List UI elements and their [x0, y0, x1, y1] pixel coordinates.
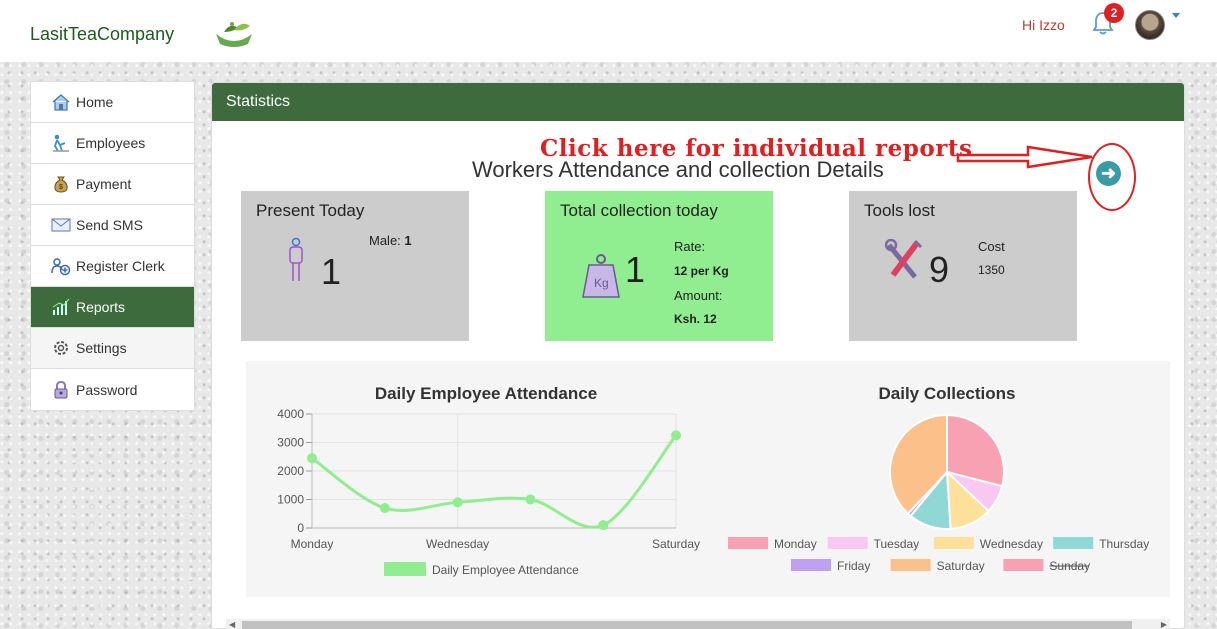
tools-icon: [885, 239, 923, 279]
legend-swatch: [728, 537, 768, 549]
daily-collections-chart: Daily Collections Monday Tuesday Wednesday T…: [728, 384, 1149, 573]
tools-lost-card: Tools lost 9 Cost 1350: [849, 191, 1077, 341]
data-point: [379, 503, 390, 514]
statistics-panel: Statistics Workers Attendance and collec…: [211, 82, 1185, 629]
bar-chart-icon: [52, 298, 70, 315]
scroll-left-icon[interactable]: ◀: [229, 619, 235, 629]
tools-count: 9: [929, 249, 950, 290]
collection-count: 1: [625, 249, 646, 290]
data-point: [452, 497, 463, 508]
charts-container: Daily Employee Attendance 4000 3000 2000 100…: [246, 361, 1170, 597]
legend-label: Saturday: [937, 559, 985, 573]
legend-label: Friday: [837, 559, 870, 573]
gear-icon: [54, 341, 68, 355]
panel-title: Statistics: [212, 83, 1184, 121]
notification-count-badge: 2: [1104, 3, 1124, 23]
amount-label: Amount:: [674, 288, 723, 303]
card-title: Total collection today: [560, 201, 718, 220]
cost-label: Cost: [978, 239, 1005, 254]
data-point: [671, 430, 681, 441]
annotation-text: Click here for individual reports: [540, 135, 973, 162]
sidebar-item-label: Password: [76, 381, 138, 398]
chart-title: Daily Collections: [879, 384, 1016, 403]
sidebar-item-label: Payment: [76, 176, 132, 192]
y-tick-label: 1000: [277, 493, 304, 507]
scrollbar-thumb[interactable]: [242, 621, 1132, 629]
arrow-right-icon[interactable]: ➜: [1096, 161, 1121, 186]
horizontal-scrollbar[interactable]: ◀ ▶: [226, 619, 1170, 629]
money-bag-icon: $: [54, 176, 68, 193]
scroll-right-icon[interactable]: ▶: [1161, 619, 1167, 629]
person-icon: [289, 237, 303, 281]
legend-swatch: [791, 559, 831, 571]
card-title: Tools lost: [864, 201, 935, 220]
card-title: Present Today: [256, 201, 365, 220]
y-tick-label: 3000: [277, 436, 304, 450]
legend-swatch: [890, 559, 931, 571]
present-count: 1: [321, 251, 342, 292]
sidebar-item-settings[interactable]: Settings: [31, 328, 194, 369]
present-today-card: Present Today 1 Male: 1: [241, 191, 469, 341]
kg-weight-icon: Kg: [582, 254, 620, 298]
sidebar-item-employees[interactable]: Employees: [31, 123, 194, 164]
legend-swatch: [933, 537, 974, 549]
svg-text:Kg: Kg: [594, 276, 609, 290]
legend-swatch: [1053, 537, 1094, 549]
legend-swatch: [384, 562, 426, 576]
legend-label: Daily Employee Attendance: [432, 563, 579, 577]
male-stat: Male: 1: [369, 233, 412, 248]
sidebar-item-label: Send SMS: [76, 217, 143, 233]
rate-label: Rate:: [674, 239, 706, 254]
sidebar-item-send-sms[interactable]: Send SMS: [31, 205, 194, 246]
tea-cup-logo-icon: [216, 22, 252, 47]
y-tick-label: 2000: [277, 464, 304, 478]
series-line: [311, 434, 678, 529]
sidebar-item-label: Reports: [76, 299, 126, 315]
user-greeting: Hi Izzo: [1022, 17, 1065, 33]
x-tick-label: Saturday: [652, 537, 700, 551]
total-collection-card: Total collection today Kg 1 Rate: 12 per…: [545, 191, 773, 341]
envelope-icon: [51, 218, 71, 232]
sidebar-item-reports[interactable]: Reports: [31, 287, 194, 328]
sidebar-item-home[interactable]: Home: [31, 82, 194, 123]
y-tick-label: 0: [297, 521, 304, 535]
user-avatar[interactable]: [1135, 10, 1165, 40]
chevron-down-icon[interactable]: [1172, 13, 1180, 18]
legend-label: Wednesday: [980, 537, 1043, 551]
daily-employee-attendance-chart: Daily Employee Attendance 4000 3000 2000 100…: [277, 384, 700, 577]
sidebar-item-password[interactable]: Password: [31, 369, 194, 410]
y-tick-label: 4000: [277, 407, 304, 421]
add-user-icon: [51, 258, 71, 276]
rate-value: 12 per Kg: [674, 264, 729, 278]
lock-icon: [54, 380, 68, 398]
sidebar-item-label: Home: [76, 94, 114, 110]
sidebar-item-register-clerk[interactable]: Register Clerk: [31, 246, 194, 287]
legend-label: Tuesday: [874, 537, 920, 551]
x-tick-label: Monday: [291, 537, 334, 551]
x-tick-label: Wednesday: [426, 537, 489, 551]
sidebar-item-label: Register Clerk: [76, 258, 165, 274]
chart-title: Daily Employee Attendance: [375, 384, 597, 403]
data-point: [525, 494, 536, 505]
legend-label: Monday: [774, 537, 817, 551]
sidebar-item-label: Settings: [76, 340, 127, 356]
home-icon: [52, 94, 70, 111]
svg-text:$: $: [59, 184, 63, 191]
brand-name[interactable]: LasitTeaCompany: [30, 24, 174, 45]
data-point: [307, 453, 317, 464]
legend-swatch: [827, 537, 868, 549]
worker-icon: [53, 134, 69, 152]
data-point: [598, 520, 609, 531]
legend-label: Thursday: [1099, 537, 1149, 551]
sidebar-item-payment[interactable]: $ Payment: [31, 164, 194, 205]
top-navbar: LasitTeaCompany Hi Izzo 2: [0, 0, 1217, 62]
amount-value: Ksh. 12: [674, 312, 717, 326]
sidebar-item-label: Employees: [76, 135, 146, 151]
sidebar-nav: Home Employees $ Payment Send SMS Regist…: [30, 81, 195, 411]
cost-value: 1350: [978, 263, 1005, 277]
legend-swatch: [1003, 559, 1044, 571]
